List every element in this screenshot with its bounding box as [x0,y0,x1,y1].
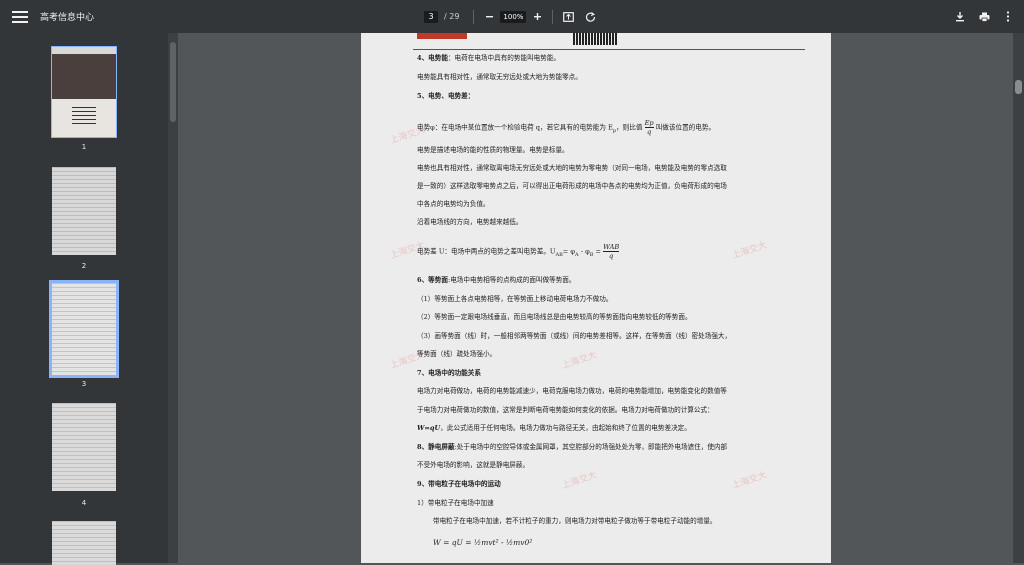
toolbar-right [954,0,1014,33]
thumbnail-title-block [72,107,96,125]
zoom-in-button[interactable] [530,10,544,24]
paragraph: 中各点的电势均为负值。 [417,200,490,208]
paragraph: 等势面（线）疏处场强小。 [417,350,497,358]
main-scrollbar[interactable] [1013,33,1024,563]
paragraph: 电场力对电荷做功，电荷的电势能减速少，电荷克服电场力做功，电荷的电势能增加，电势… [417,387,727,395]
thumbnail-sidebar: 1 2 3 4 [0,33,168,565]
toolbar-center: 3 / 29 100% [424,0,597,33]
zoom-out-button[interactable] [482,10,496,24]
page-number-input[interactable]: 3 [424,10,438,23]
paragraph: （1）等势面上各点电势相等，在等势面上移动电荷电场力不做功。 [417,295,613,303]
header-logo [417,33,467,39]
download-icon [956,12,964,22]
text: 叫做该位置的电势。 [655,123,716,132]
text: ，此公式适用于任何电场。电场力做功与路径无关，由起始和终了位置的电势差决定。 [440,424,691,432]
paragraph: 于电场力对电荷做功的数值，这常是判断电荷电势能如何变化的依据。电场力对电荷做功的… [417,406,714,414]
section-4: 4、电势能：电荷在电场中具有的势能叫电势能。 [417,53,560,64]
paragraph: 1）带电粒子在电场中加速 [417,499,494,507]
potential-definition: 电势φ：在电场中某位置放一个检验电荷 q，若它具有的电势能为 Ep，则比值 Ep… [417,119,716,136]
denominator: q [646,128,652,136]
kinetic-energy-formula: W = qU = ½mvt² - ½mv0² [433,538,533,547]
paragraph: 带电粒子在电场中加速，若不计粒子的重力，则电场力对带电粒子做功等于带电粒子动能的… [433,517,717,525]
sidebar-scrollbar-thumb[interactable] [170,42,176,122]
thumbnail-number: 4 [81,499,87,507]
menu-icon[interactable] [12,10,28,23]
thumbnail-page-5[interactable] [52,521,116,565]
section-8: 8、静电屏蔽:处于电场中的空腔导体或金属网罩，其空腔部分的场强处处为零，即能把外… [417,442,727,453]
watermark: 上海交大 [730,240,769,262]
paragraph: 沿着电场线的方向，电势越来越低。 [417,218,523,226]
fraction: Ep q [644,119,654,136]
watermark: 上海交大 [560,470,599,492]
heading: 4、电势能 [417,54,448,62]
watermark: 上海交大 [730,470,769,492]
numerator: Ep [644,119,654,128]
print-button[interactable] [978,11,990,23]
fraction: WAB q [603,243,620,260]
page-count: / 29 [444,12,460,21]
heading: 9、带电粒子在电场中的运动 [417,480,501,488]
thumbnail-page-2[interactable] [52,167,116,255]
text: - φ [578,247,590,256]
thumbnail-page-4[interactable] [52,403,116,491]
text: ：电荷在电场中具有的势能叫电势能。 [447,54,561,62]
paragraph: （3）画等势面（线）时，一般相邻两等势面（或线）间的电势差相等。这样，在等势面（… [417,332,732,340]
fit-page-icon [563,11,574,22]
rotate-icon [585,12,596,22]
download-button[interactable] [954,11,966,23]
heading: 7、电场中的功能关系 [417,369,481,377]
paragraph: 电势也具有相对性，通常取离电场无穷远处或大地的电势为零电势（对同一电场，电势能及… [417,164,727,172]
print-icon [979,12,989,22]
text: = φ [562,247,576,256]
formula: W=qU [417,424,441,432]
denominator: q [609,252,614,260]
text: ，则比值 [616,123,643,132]
more-vert-icon [1006,11,1010,22]
paragraph: （2）等势面一定跟电场线垂直，而且电场线总是由电势较高的等势面指向电势较低的等势… [417,313,692,321]
thumbnail-number: 2 [81,262,87,270]
plus-icon [533,13,541,20]
document-title: 高考信息中心 [40,13,95,23]
text: :电场中电势相等的点构成的面叫做等势面。 [447,276,576,284]
heading: 5、电势、电势差： [417,92,475,100]
zoom-input[interactable]: 100% [500,10,527,23]
watermark: 上海交大 [560,350,599,372]
text: 电势差 U：电场中两点的电势之差叫电势差。U [417,247,556,256]
paragraph: 是一致的）这样选取零电势点之后，可以得出正电荷形成的电场中各点的电势均为正值，负… [417,182,727,190]
section-6: 6、等势面:电场中电势相等的点构成的面叫做等势面。 [417,275,575,286]
heading: 8、静电屏蔽 [417,443,455,451]
paragraph: 电势是描述电场的能的性质的物理量。电势是标量。 [417,146,569,154]
text: 电势φ：在电场中某位置放一个检验电荷 q，若它具有的电势能为 E [417,123,613,132]
qr-code [573,33,617,45]
work-formula-line: W=qU，此公式适用于任何电场。电场力做功与路径无关，由起始和终了位置的电势差决… [417,423,691,434]
pdf-page: 上海交大 上海交大 上海交大 上海交大 上海交大 上海交大 上海交大 4、电势能… [361,33,831,563]
toolbar-left: 高考信息中心 [12,0,94,33]
text: = [593,247,602,256]
toolbar-divider [473,9,475,24]
main-scrollbar-thumb[interactable] [1015,80,1022,94]
pdf-toolbar: 高考信息中心 3 / 29 100% [0,0,1024,33]
thumbnail-number: 3 [81,380,87,388]
heading: 6、等势面 [417,276,448,284]
fit-page-button[interactable] [561,10,575,24]
thumbnail-page-3[interactable] [49,280,119,378]
header-rule [413,49,805,50]
potential-difference: 电势差 U：电场中两点的电势之差叫电势差。UAB= φA - φB = WAB q [417,243,620,260]
rotate-button[interactable] [583,10,597,24]
minus-icon [485,16,493,18]
text: :处于电场中的空腔导体或金属网罩，其空腔部分的场强处处为零，即能把外电场遮住，使… [454,443,728,451]
numerator: WAB [603,243,620,252]
paragraph: 电势能具有相对性，通常取无穷远处或大地为势能零点。 [417,73,582,81]
paragraph: 不受外电场的影响，这就是静电屏蔽。 [417,461,530,469]
toolbar-divider [552,9,554,24]
thumbnail-page-1[interactable] [51,46,117,138]
thumbnail-number: 1 [81,143,87,151]
more-options-button[interactable] [1002,11,1014,23]
